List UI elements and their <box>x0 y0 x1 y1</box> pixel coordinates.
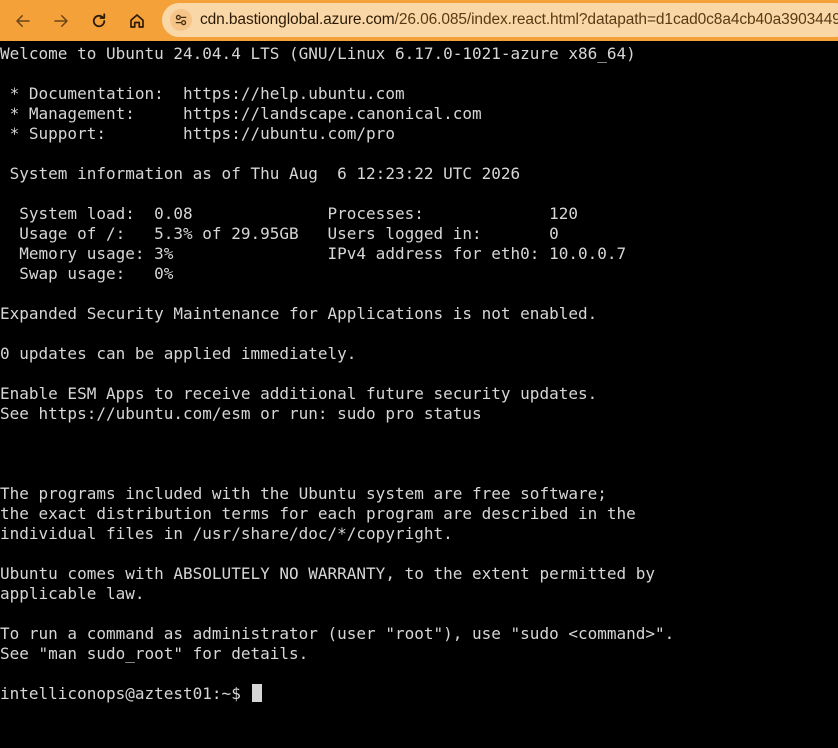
site-info-button[interactable] <box>170 9 192 31</box>
arrow-right-icon <box>54 14 68 27</box>
address-bar[interactable]: cdn.bastionglobal.azure.com/26.06.085/in… <box>162 3 838 37</box>
terminal-line: * Support: https://ubuntu.com/pro <box>0 124 395 143</box>
terminal-line: Swap usage: 0% <box>0 264 174 283</box>
terminal-line: Expanded Security Maintenance for Applic… <box>0 304 598 323</box>
terminal-line: individual files in /usr/share/doc/*/cop… <box>0 524 453 543</box>
terminal-line: Welcome to Ubuntu 24.04.4 LTS (GNU/Linux… <box>0 44 636 63</box>
terminal-line: applicable law. <box>0 584 145 603</box>
reload-icon <box>92 12 106 27</box>
home-button[interactable] <box>124 8 150 34</box>
url-text[interactable]: cdn.bastionglobal.azure.com/26.06.085/in… <box>200 11 838 29</box>
arrow-left-icon <box>16 14 30 27</box>
reload-button[interactable] <box>86 8 112 34</box>
terminal-cursor <box>252 684 263 702</box>
terminal-line: The programs included with the Ubuntu sy… <box>0 484 607 503</box>
terminal-line: System load: 0.08 Processes: 120 <box>0 204 578 223</box>
terminal-screen[interactable]: Welcome to Ubuntu 24.04.4 LTS (GNU/Linux… <box>0 44 838 748</box>
terminal-line: Memory usage: 3% IPv4 address for eth0: … <box>0 244 627 263</box>
url-path: /26.06.085/index.react.html?datapath=d1c… <box>394 11 838 28</box>
terminal-line: Enable ESM Apps to receive additional fu… <box>0 384 598 403</box>
browser-toolbar: cdn.bastionglobal.azure.com/26.06.085/in… <box>0 0 838 41</box>
terminal-line: Usage of /: 5.3% of 29.95GB Users logged… <box>0 224 559 243</box>
back-button[interactable] <box>10 8 36 34</box>
terminal-line: To run a command as administrator (user … <box>0 624 675 643</box>
home-icon <box>130 13 144 28</box>
terminal-line: * Management: https://landscape.canonica… <box>0 104 482 123</box>
terminal-prompt-line[interactable]: intelliconops@aztest01:~$ <box>0 684 263 704</box>
terminal-line: See "man sudo_root" for details. <box>0 644 309 663</box>
url-host: cdn.bastionglobal.azure.com <box>200 11 395 28</box>
terminal-line: System information as of Thu Aug 6 12:23… <box>0 164 521 183</box>
terminal-line: * Documentation: https://help.ubuntu.com <box>0 84 405 103</box>
terminal-line: the exact distribution terms for each pr… <box>0 504 636 523</box>
shell-prompt: intelliconops@aztest01:~$ <box>0 684 251 703</box>
terminal-line: See https://ubuntu.com/esm or run: sudo … <box>0 404 482 423</box>
forward-button[interactable] <box>48 8 74 34</box>
tune-icon <box>175 14 187 26</box>
terminal-line: Ubuntu comes with ABSOLUTELY NO WARRANTY… <box>0 564 656 583</box>
terminal-line: 0 updates can be applied immediately. <box>0 344 357 363</box>
